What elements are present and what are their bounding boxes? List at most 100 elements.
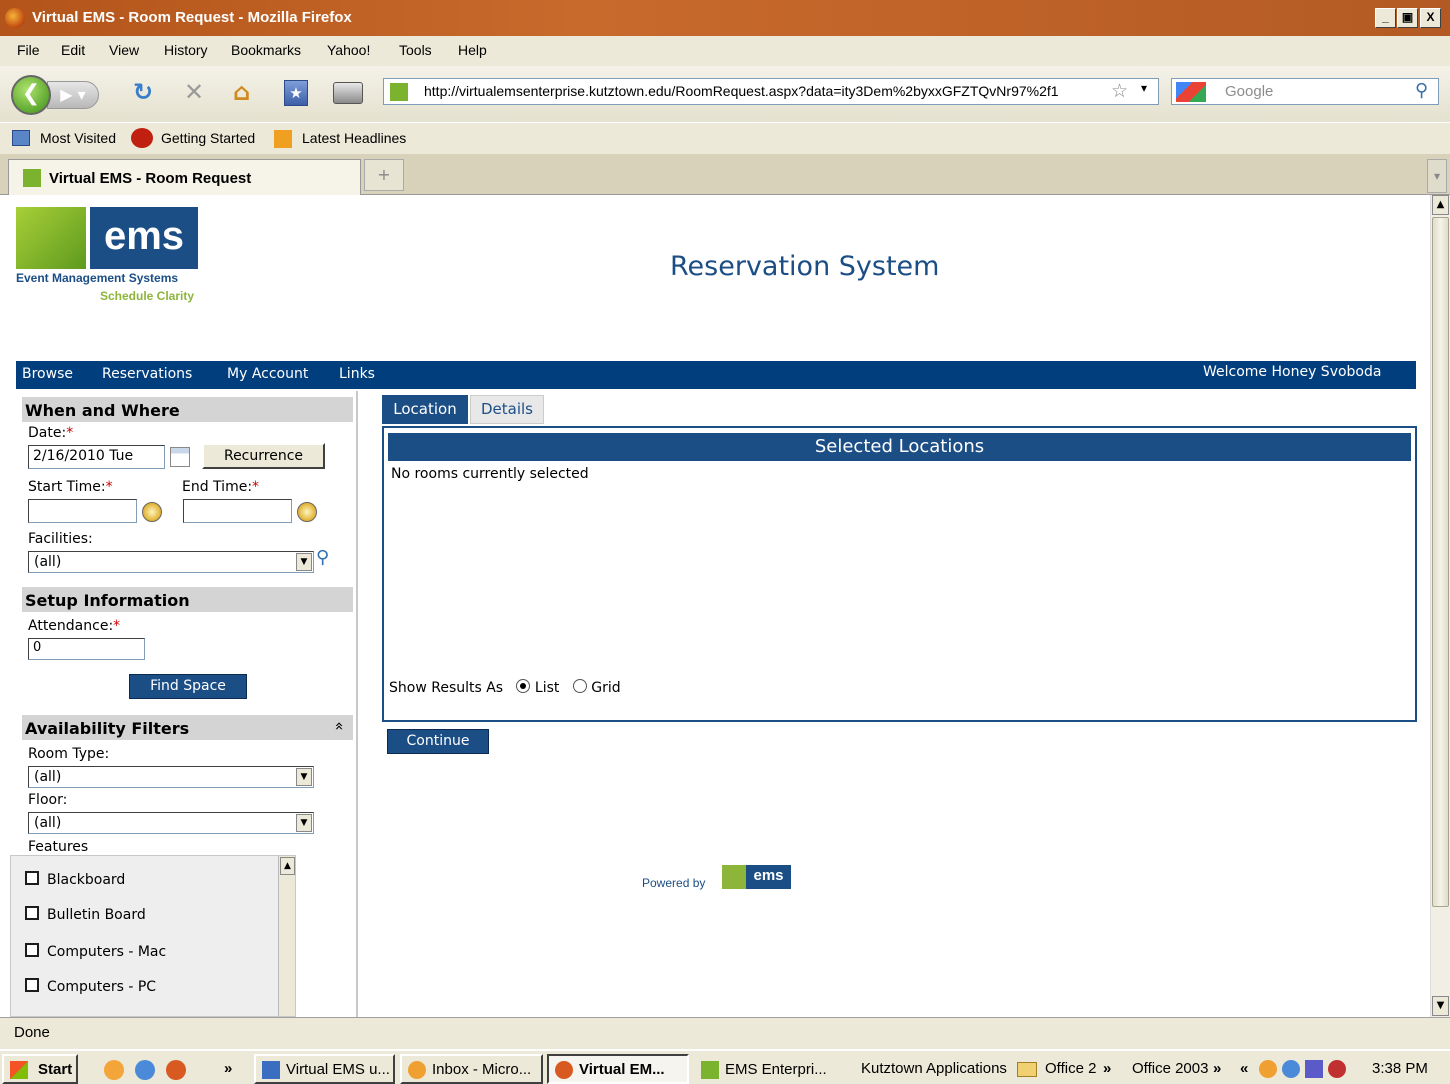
- bookmark-page-icon[interactable]: ☆: [1111, 80, 1128, 103]
- features-scrollbar[interactable]: ▲: [278, 856, 295, 1016]
- nav-links[interactable]: Links: [339, 366, 375, 382]
- google-icon[interactable]: [1176, 82, 1206, 102]
- tray-expand-icon[interactable]: «: [1240, 1060, 1248, 1077]
- task-virtual-ems-word[interactable]: Virtual EMS u...: [254, 1054, 395, 1084]
- feature-computers-mac[interactable]: Computers - Mac: [25, 943, 166, 960]
- quicklaunch-icon[interactable]: [135, 1060, 155, 1080]
- menu-yahoo[interactable]: Yahoo!: [327, 42, 370, 58]
- task-ems-enterprise[interactable]: EMS Enterpri...: [693, 1054, 838, 1084]
- menu-tools[interactable]: Tools: [399, 42, 432, 58]
- maximize-button[interactable]: ▣: [1397, 8, 1418, 28]
- reload-icon[interactable]: ↻: [133, 78, 153, 106]
- nav-my-account[interactable]: My Account: [227, 366, 308, 382]
- close-button[interactable]: X: [1420, 8, 1441, 28]
- feature-blackboard[interactable]: Blackboard: [25, 871, 125, 888]
- scroll-down-icon[interactable]: ▼: [1432, 996, 1449, 1016]
- quicklaunch-icon[interactable]: [166, 1060, 186, 1080]
- room-type-select[interactable]: (all) ▼: [28, 766, 314, 788]
- end-time-input[interactable]: [183, 499, 292, 523]
- bookmark-latest-headlines[interactable]: Latest Headlines: [302, 130, 406, 146]
- calendar-icon[interactable]: [170, 447, 190, 467]
- tab-location[interactable]: Location: [382, 395, 468, 424]
- toolbar-overflow-icon[interactable]: »: [1103, 1060, 1111, 1077]
- date-input[interactable]: 2/16/2010 Tue: [28, 445, 165, 469]
- nav-browse[interactable]: Browse: [22, 366, 73, 382]
- feature-computers-pc[interactable]: Computers - PC: [25, 978, 156, 995]
- start-clock-icon[interactable]: [142, 502, 162, 522]
- forward-button[interactable]: ▶ ▾: [47, 81, 99, 109]
- radio-grid[interactable]: [572, 679, 587, 693]
- radio-grid-label[interactable]: Grid: [591, 680, 620, 696]
- minimize-button[interactable]: _: [1375, 8, 1396, 28]
- task-inbox[interactable]: Inbox - Micro...: [400, 1054, 543, 1084]
- firefox-icon: [5, 8, 25, 28]
- scroll-up-icon[interactable]: ▲: [1432, 195, 1449, 215]
- folder-icon: [1017, 1062, 1037, 1077]
- chevron-down-icon: ▼: [296, 814, 312, 832]
- toolbar-kutztown-applications[interactable]: Kutztown Applications: [861, 1060, 1007, 1077]
- feature-bulletin-board[interactable]: Bulletin Board: [25, 906, 146, 923]
- menu-history[interactable]: History: [164, 42, 208, 58]
- bookmark-star-icon[interactable]: ★: [284, 80, 308, 106]
- logo-word: ems: [90, 207, 198, 269]
- tab-list-icon[interactable]: ▾: [1427, 159, 1447, 193]
- tray-icon[interactable]: [1305, 1060, 1323, 1078]
- new-tab-button[interactable]: +: [364, 159, 404, 191]
- powered-by: Powered by ems: [642, 865, 792, 895]
- menu-view[interactable]: View: [109, 42, 139, 58]
- menu-edit[interactable]: Edit: [61, 42, 85, 58]
- section-when-where: When and Where: [22, 397, 353, 422]
- menu-file[interactable]: File: [17, 42, 40, 58]
- selected-locations-header: Selected Locations: [388, 433, 1411, 461]
- find-space-button[interactable]: Find Space: [129, 674, 247, 699]
- radio-list[interactable]: [516, 679, 531, 693]
- end-clock-icon[interactable]: [297, 502, 317, 522]
- menu-bookmarks[interactable]: Bookmarks: [231, 42, 301, 58]
- most-visited-icon: [12, 130, 30, 146]
- checkbox[interactable]: [25, 978, 39, 992]
- task-virtual-ems-firefox[interactable]: Virtual EM...: [547, 1054, 689, 1084]
- back-button[interactable]: ❮: [11, 75, 51, 115]
- start-time-input[interactable]: [28, 499, 137, 523]
- nav-reservations[interactable]: Reservations: [102, 366, 192, 382]
- url-history-dropdown-icon[interactable]: ▾: [1141, 81, 1147, 95]
- home-icon[interactable]: ⌂: [233, 78, 250, 106]
- facilities-select[interactable]: (all) ▼: [28, 551, 314, 573]
- start-button[interactable]: Start: [2, 1054, 78, 1084]
- search-icon[interactable]: ⚲: [1415, 80, 1428, 101]
- tray-icon[interactable]: [1259, 1060, 1277, 1078]
- recurrence-button[interactable]: Recurrence: [202, 443, 325, 469]
- attendance-input[interactable]: 0: [28, 638, 145, 660]
- facility-search-icon[interactable]: ⚲: [316, 547, 336, 569]
- bookmark-most-visited[interactable]: Most Visited: [40, 130, 116, 146]
- tab-virtual-ems[interactable]: Virtual EMS - Room Request: [8, 159, 361, 195]
- search-box[interactable]: Google ⚲: [1171, 78, 1439, 105]
- floor-select[interactable]: (all) ▼: [28, 812, 314, 834]
- tray-icon[interactable]: [1282, 1060, 1300, 1078]
- features-list[interactable]: Blackboard Bulletin Board Computers - Ma…: [10, 855, 296, 1017]
- scroll-thumb[interactable]: [1432, 217, 1449, 907]
- address-bar[interactable]: http://virtualemsenterprise.kutztown.edu…: [383, 78, 1159, 105]
- tray-icon[interactable]: [1328, 1060, 1346, 1078]
- toolbar-office-2[interactable]: Office 2: [1045, 1060, 1096, 1077]
- scroll-up-icon[interactable]: ▲: [280, 857, 295, 875]
- stop-icon[interactable]: ✕: [184, 78, 204, 106]
- bookmark-getting-started[interactable]: Getting Started: [161, 130, 255, 146]
- date-label: Date:*: [28, 425, 74, 441]
- toolbar-office-2003[interactable]: Office 2003: [1132, 1060, 1208, 1077]
- tab-details[interactable]: Details: [470, 395, 544, 424]
- menu-help[interactable]: Help: [458, 42, 487, 58]
- continue-button[interactable]: Continue: [387, 729, 489, 754]
- quicklaunch-icon[interactable]: [104, 1060, 124, 1080]
- page-scrollbar[interactable]: ▲ ▼: [1430, 195, 1450, 1017]
- checkbox[interactable]: [25, 943, 39, 957]
- collapse-icon[interactable]: »: [330, 721, 348, 730]
- search-placeholder: Google: [1225, 83, 1274, 100]
- quicklaunch-overflow-icon[interactable]: »: [224, 1060, 232, 1077]
- radio-list-label[interactable]: List: [535, 680, 559, 696]
- window-title: Virtual EMS - Room Request - Mozilla Fir…: [32, 9, 352, 26]
- toolbar-overflow-icon[interactable]: »: [1213, 1060, 1221, 1077]
- checkbox[interactable]: [25, 871, 39, 885]
- print-icon[interactable]: [333, 82, 363, 104]
- checkbox[interactable]: [25, 906, 39, 920]
